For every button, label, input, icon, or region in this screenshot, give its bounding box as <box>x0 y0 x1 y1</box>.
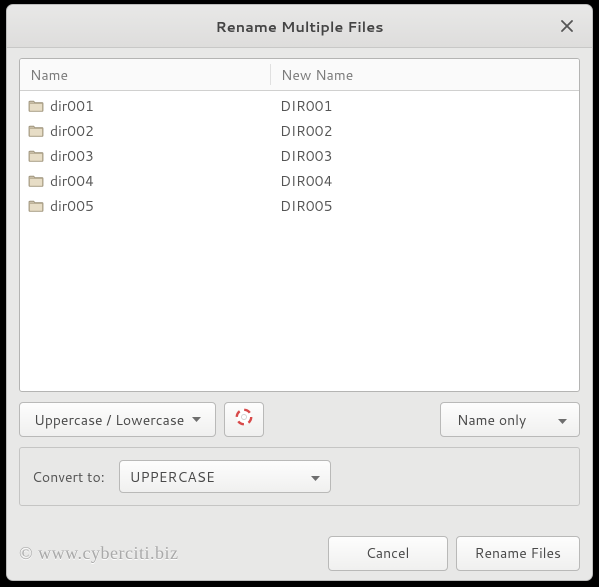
help-button[interactable] <box>224 402 264 437</box>
cell-name: dir002 <box>20 121 270 141</box>
chevron-down-icon <box>311 467 320 487</box>
list-header: Name New Name <box>20 59 579 91</box>
convert-to-label: Convert to: <box>32 467 105 487</box>
window-title: Rename Multiple Files <box>215 16 383 37</box>
file-list[interactable]: Name New Name dir001DIR001dir002DIR002di… <box>19 58 580 392</box>
list-row[interactable]: dir003 DIR003 <box>20 143 579 168</box>
cell-new-name: DIR001 <box>270 96 579 116</box>
cell-name: dir005 <box>20 196 270 216</box>
rename-files-button[interactable]: Rename Files <box>456 536 580 571</box>
cell-name: dir004 <box>20 171 270 191</box>
list-rows: dir001DIR001dir002DIR002dir003DIR003dir0… <box>20 91 579 220</box>
rename-files-button-label: Rename Files <box>475 543 561 563</box>
file-name: dir005 <box>50 196 94 216</box>
column-header-name[interactable]: Name <box>20 59 270 90</box>
close-button[interactable] <box>552 5 582 47</box>
cell-new-name: DIR002 <box>270 121 579 141</box>
help-icon <box>235 408 253 431</box>
convert-to-dropdown[interactable]: UPPERCASE <box>119 460 331 493</box>
list-row[interactable]: dir002 DIR002 <box>20 118 579 143</box>
mode-dropdown-label: Uppercase / Lowercase <box>34 410 184 430</box>
new-file-name: DIR002 <box>280 121 332 141</box>
cell-name: dir003 <box>20 146 270 166</box>
mode-dropdown[interactable]: Uppercase / Lowercase <box>19 402 216 437</box>
chevron-down-icon <box>192 417 201 423</box>
content-area: Name New Name dir001DIR001dir002DIR002di… <box>7 48 592 526</box>
new-file-name: DIR003 <box>280 146 332 166</box>
cell-name: dir001 <box>20 96 270 116</box>
watermark-text: © www.cyberciti.biz <box>19 543 178 564</box>
cell-new-name: DIR005 <box>270 196 579 216</box>
scope-dropdown[interactable]: Name only <box>440 402 580 437</box>
cell-new-name: DIR004 <box>270 171 579 191</box>
column-header-new-name[interactable]: New Name <box>271 59 579 90</box>
convert-to-value: UPPERCASE <box>130 467 215 487</box>
file-name: dir001 <box>50 96 94 116</box>
folder-icon <box>28 173 44 189</box>
scope-dropdown-label: Name only <box>457 410 526 430</box>
cancel-button[interactable]: Cancel <box>328 536 448 571</box>
chevron-down-icon <box>558 410 567 430</box>
list-row[interactable]: dir004 DIR004 <box>20 168 579 193</box>
new-file-name: DIR004 <box>280 171 332 191</box>
options-panel: Convert to: UPPERCASE <box>19 447 580 506</box>
folder-icon <box>28 98 44 114</box>
controls-row: Uppercase / Lowercase Name only <box>19 402 580 437</box>
dialog-window: Rename Multiple Files Name New Name dir0… <box>6 4 593 581</box>
file-name: dir002 <box>50 121 94 141</box>
folder-icon <box>28 148 44 164</box>
footer: © www.cyberciti.biz Cancel Rename Files <box>7 526 592 580</box>
close-icon <box>561 14 573 38</box>
new-file-name: DIR005 <box>280 196 332 216</box>
list-row[interactable]: dir001 DIR001 <box>20 93 579 118</box>
file-name: dir004 <box>50 171 94 191</box>
titlebar: Rename Multiple Files <box>7 5 592 48</box>
list-row[interactable]: dir005 DIR005 <box>20 193 579 218</box>
folder-icon <box>28 123 44 139</box>
cell-new-name: DIR003 <box>270 146 579 166</box>
cancel-button-label: Cancel <box>366 543 410 563</box>
folder-icon <box>28 198 44 214</box>
new-file-name: DIR001 <box>280 96 332 116</box>
file-name: dir003 <box>50 146 94 166</box>
